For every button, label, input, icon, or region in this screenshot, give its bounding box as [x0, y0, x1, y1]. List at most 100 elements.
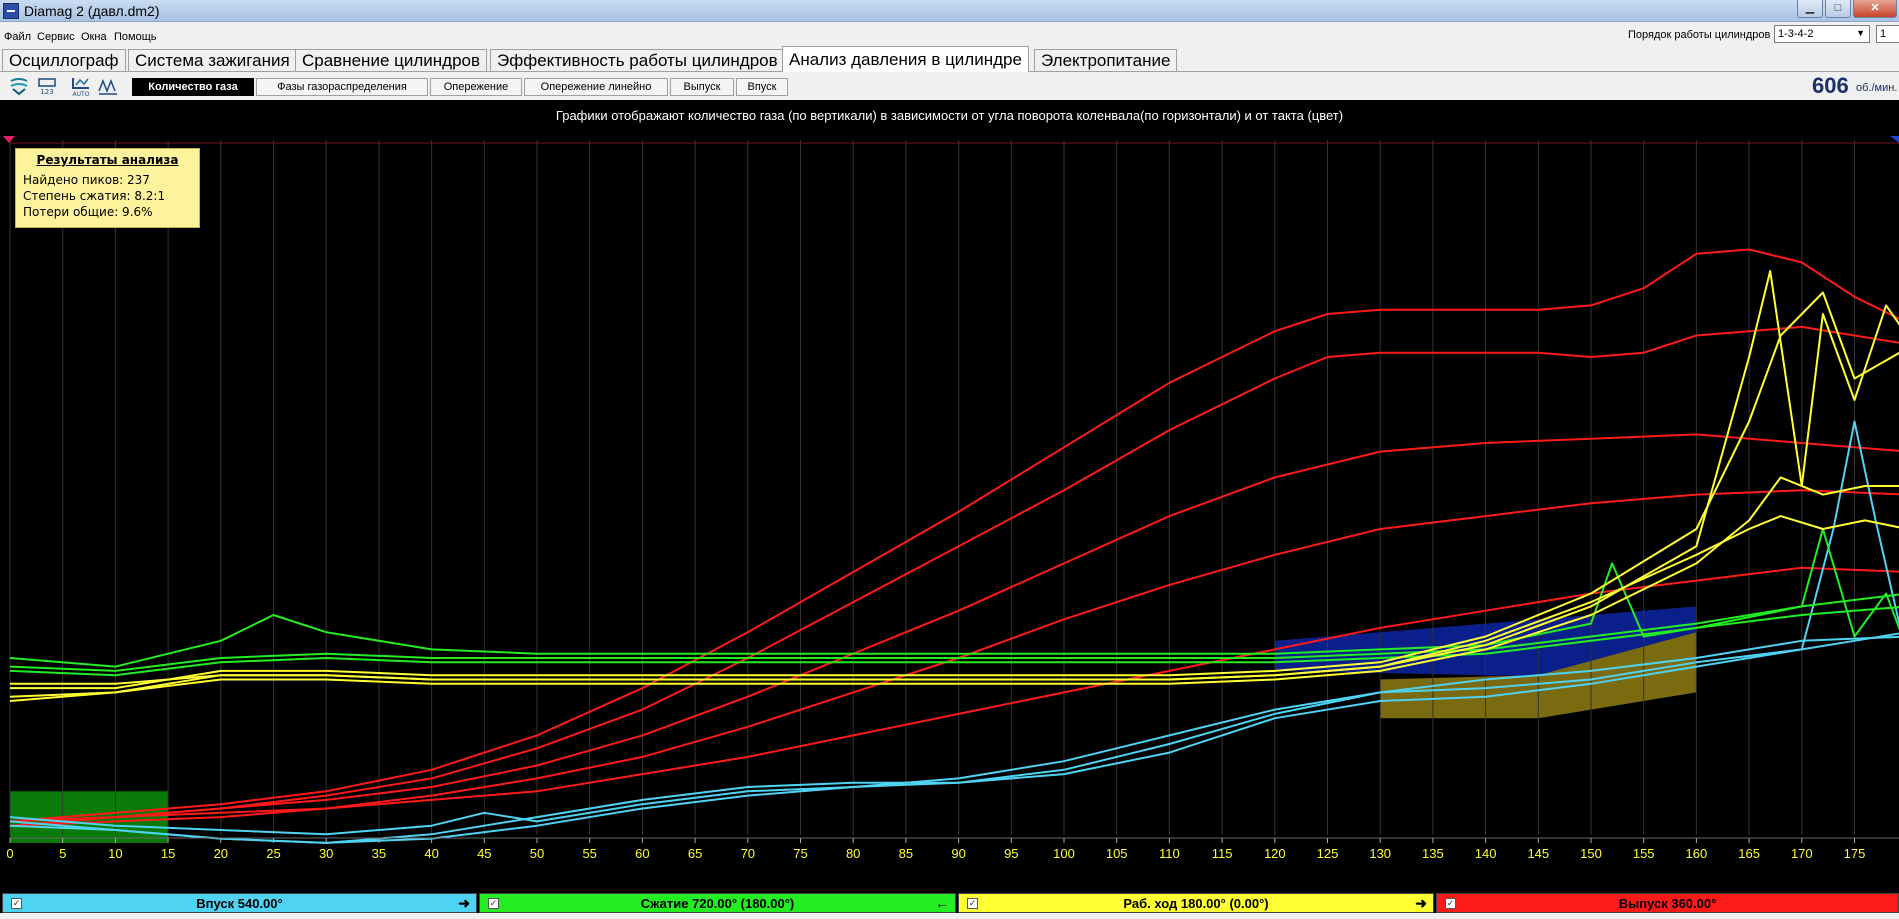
x-tick-label: 135: [1422, 846, 1444, 861]
app-icon: [3, 3, 19, 19]
maximize-button[interactable]: □: [1825, 0, 1851, 18]
x-tick-label: 150: [1580, 846, 1602, 861]
tab-oscilloscope[interactable]: Осциллограф: [2, 49, 126, 71]
arrow-right-icon[interactable]: ➜: [1415, 895, 1427, 912]
x-tick-label: 30: [319, 846, 333, 861]
subtab-intake[interactable]: Впуск: [736, 78, 788, 96]
x-tick-label: 125: [1317, 846, 1339, 861]
gas-amount-chart[interactable]: 0 5 10 15 20 25 30 35 40 45 50 55 60 65 70 75 80 85 90 95 10…: [0, 100, 1899, 900]
x-tick-label: 165: [1738, 846, 1760, 861]
auto-scale-icon[interactable]: AUTO: [70, 75, 92, 97]
stroke-compression[interactable]: ✓ Сжатие 720.00° (180.00°) ←: [479, 893, 956, 913]
stroke-exhaust-label: Выпуск 360.00°: [1618, 896, 1717, 911]
green-zone: [10, 791, 169, 843]
cylinder-select[interactable]: 1: [1876, 25, 1899, 43]
x-tick-label: 85: [899, 846, 913, 861]
x-tick-label: 160: [1686, 846, 1708, 861]
tab-power-supply[interactable]: Электропитание: [1034, 49, 1178, 71]
window-title: Diamag 2 (давл.dm2): [24, 3, 160, 19]
cylinder-value: 1: [1880, 28, 1887, 40]
stroke-compression-label: Сжатие 720.00° (180.00°): [640, 896, 795, 911]
x-tick-label: 20: [214, 846, 228, 861]
x-tick-label: 15: [161, 846, 175, 861]
firing-order-value: 1-3-4-2: [1778, 28, 1814, 40]
x-tick-label: 50: [530, 846, 544, 861]
toolbar: 123 AUTO Количество газа Фазы газораспре…: [0, 72, 1899, 100]
stroke-intake[interactable]: ✓ Впуск 540.00° ➜: [2, 893, 477, 913]
title-bar: Diamag 2 (давл.dm2) ▁ □ ✕: [0, 0, 1899, 22]
arrow-left-icon[interactable]: ←: [935, 895, 949, 911]
rpm-unit: об./мин.: [1856, 82, 1898, 94]
x-tick-label: 90: [951, 846, 965, 861]
results-losses: Потери общие: 9.6%: [23, 205, 153, 219]
stroke-power[interactable]: ✓ Раб. ход 180.00° (0.00°) ➜: [958, 893, 1434, 913]
firing-order-select[interactable]: 1-3-4-2 ▼: [1774, 25, 1870, 43]
arrow-right-icon[interactable]: ➜: [458, 895, 470, 912]
x-tick-label: 5: [59, 846, 66, 861]
x-tick-label: 75: [793, 846, 807, 861]
x-tick-label: 175: [1844, 846, 1866, 861]
results-title: Результаты анализа: [36, 153, 179, 167]
tab-cylinder-efficiency[interactable]: Эффективность работы цилиндров: [490, 49, 785, 71]
subtab-advance-linear[interactable]: Опережение линейно: [524, 78, 668, 96]
stroke-intake-label: Впуск 540.00°: [196, 896, 283, 911]
menu-windows[interactable]: Окна: [81, 31, 107, 43]
x-tick-label: 145: [1527, 846, 1549, 861]
marker-right-icon[interactable]: [1890, 136, 1899, 143]
x-tick-label: 10: [108, 846, 122, 861]
tab-ignition[interactable]: Система зажигания: [128, 49, 297, 71]
svg-text:AUTO: AUTO: [73, 91, 90, 97]
x-tick-label: 130: [1369, 846, 1391, 861]
results-compression: Степень сжатия: 8.2:1: [23, 189, 166, 203]
peaks-icon[interactable]: [97, 75, 119, 97]
x-tick-label: 115: [1212, 846, 1233, 861]
stroke-power-label: Раб. ход 180.00° (0.00°): [1123, 896, 1269, 911]
x-tick-label: 70: [741, 846, 755, 861]
marker-left-icon[interactable]: [3, 136, 15, 143]
x-tick-label: 40: [424, 846, 438, 861]
x-tick-label: 105: [1106, 846, 1128, 861]
tab-pressure-analysis[interactable]: Анализ давления в цилиндре: [782, 46, 1029, 72]
subtab-gas-amount[interactable]: Количество газа: [132, 78, 254, 96]
firing-order-label: Порядок работы цилиндров: [1628, 29, 1771, 41]
x-tick-label: 110: [1159, 846, 1180, 861]
subtab-exhaust[interactable]: Выпуск: [670, 78, 734, 96]
x-tick-label: 95: [1004, 846, 1018, 861]
menu-file[interactable]: Файл: [4, 31, 31, 43]
series-line-1: [9, 325, 1899, 827]
window-controls: ▁ □ ✕: [1797, 0, 1897, 18]
results-box: Результаты анализа Найдено пиков: 237 Ст…: [15, 148, 200, 228]
tab-cylinder-compare[interactable]: Сравнение цилиндров: [295, 49, 488, 71]
x-tick-label: 155: [1633, 846, 1655, 861]
main-tabs: Осциллограф Система зажигания Сравнение …: [0, 46, 1899, 72]
status-bar: [0, 913, 1899, 919]
minimize-button[interactable]: ▁: [1797, 0, 1823, 18]
stroke-exhaust[interactable]: ✓ Выпуск 360.00°: [1436, 893, 1899, 913]
x-tick-label: 80: [846, 846, 860, 861]
x-tick-label: 25: [266, 846, 280, 861]
rpm-value: 606: [1812, 73, 1849, 98]
x-tick-label: 170: [1791, 846, 1813, 861]
number-tool-icon[interactable]: 123: [36, 75, 58, 97]
x-tick-label: 45: [477, 846, 491, 861]
x-tick-label: 60: [635, 846, 649, 861]
x-tick-label: 35: [372, 846, 386, 861]
menu-help[interactable]: Помощь: [114, 31, 157, 43]
svg-text:123: 123: [40, 88, 53, 96]
stroke-bar: ✓ Впуск 540.00° ➜ ✓ Сжатие 720.00° (180.…: [0, 893, 1899, 913]
menu-service[interactable]: Сервис: [37, 31, 75, 43]
series-line-0: [9, 248, 1899, 823]
x-tick-label: 65: [688, 846, 702, 861]
menu-bar: Файл Сервис Окна Помощь Порядок работы ц…: [0, 22, 1899, 46]
results-peaks: Найдено пиков: 237: [23, 173, 150, 187]
x-tick-label: 55: [582, 846, 596, 861]
chart-caption: Графики отображают количество газа (по в…: [555, 108, 1344, 123]
subtab-valve-timing[interactable]: Фазы газораспределения: [256, 78, 428, 96]
x-tick-label: 140: [1475, 846, 1497, 861]
x-tick-label: 120: [1264, 846, 1286, 861]
x-tick-label: 100: [1053, 846, 1075, 861]
x-tick-label: 0: [6, 846, 13, 861]
subtab-advance[interactable]: Опережение: [430, 78, 522, 96]
graph-tool-icon[interactable]: [8, 75, 30, 97]
close-button[interactable]: ✕: [1853, 0, 1897, 18]
